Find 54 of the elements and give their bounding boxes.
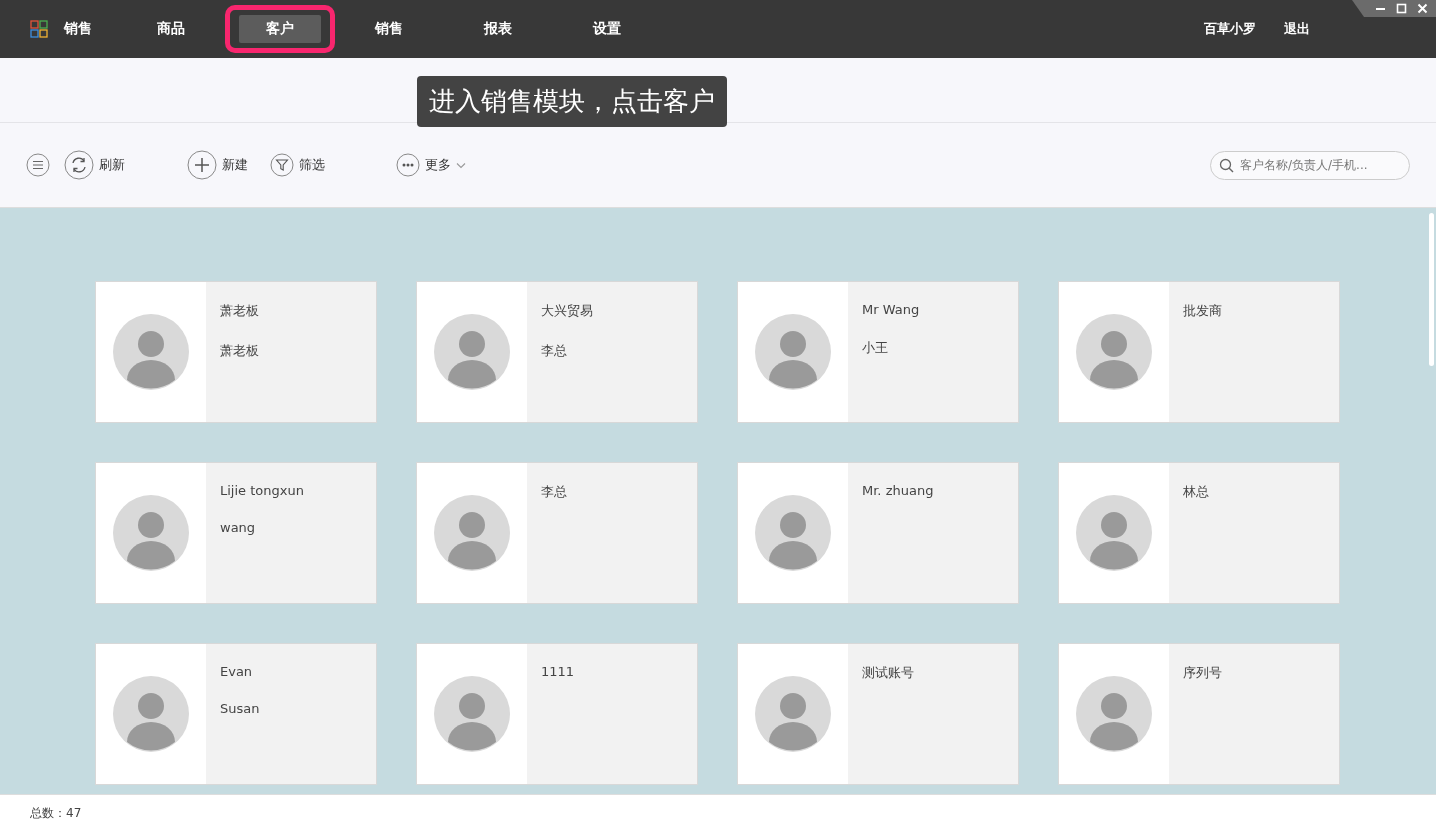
plus-icon [187,150,217,180]
customer-card[interactable]: 李总 [416,462,698,604]
contact-name: 小王 [862,339,889,357]
contact-name: wang [220,520,257,535]
customer-name: 林总 [1183,483,1209,501]
more-icon [396,153,420,177]
maximize-icon[interactable] [1396,3,1407,14]
refresh-icon [64,150,94,180]
logout-link[interactable]: 退出 [1284,20,1310,38]
customer-name: Mr. zhuang [862,483,934,498]
customer-card[interactable]: 测试账号 [737,643,1019,785]
menu-icon[interactable] [26,153,50,177]
contact-name: Susan [220,701,260,716]
customer-card[interactable]: 大兴贸易 李总 [416,281,698,423]
customer-name: Evan [220,664,254,679]
close-icon[interactable] [1417,3,1428,14]
nav-tab[interactable]: 商品 [129,15,212,43]
customer-name: Mr Wang [862,302,920,317]
customer-name: 李总 [541,483,567,501]
nav-tab[interactable]: 报表 [456,15,539,43]
chevron-down-icon [456,161,466,169]
search-field[interactable]: 客户名称/负责人/手机... [1210,150,1410,180]
customer-name: 批发商 [1183,302,1222,320]
nav-tab[interactable]: 客户 [238,15,321,43]
customer-card[interactable]: 序列号 [1058,643,1340,785]
scrollbar[interactable] [1429,213,1434,366]
filter-button[interactable]: 筛选 [270,153,325,177]
customer-name: 大兴贸易 [541,302,593,320]
filter-icon [270,153,294,177]
customer-card[interactable]: Mr. zhuang [737,462,1019,604]
customer-card[interactable]: Evan Susan [95,643,377,785]
customer-name: 测试账号 [862,664,914,682]
customer-name: Lijie tongxun [220,483,304,498]
nav-tab[interactable]: 设置 [565,15,648,43]
app-grid-icon[interactable] [30,20,48,38]
contact-name: 李总 [541,342,568,360]
customer-card[interactable]: Lijie tongxun wang [95,462,377,604]
customer-name: 1111 [541,664,575,679]
customer-card[interactable]: 萧老板 萧老板 [95,281,377,423]
customer-card[interactable]: 批发商 [1058,281,1340,423]
customer-name: 序列号 [1183,664,1222,682]
nav-tab[interactable]: 销售 [347,15,430,43]
add-button[interactable]: 新建 [187,150,248,180]
user-name[interactable]: 百草小罗 [1204,20,1256,38]
tooltip: 进入销售模块，点击客户 [417,76,727,127]
total-count: 总数：47 [30,805,82,822]
search-icon [1219,157,1234,173]
more-button[interactable]: 更多 [396,153,466,177]
customer-card[interactable]: 林总 [1058,462,1340,604]
customer-card[interactable]: 1111 [416,643,698,785]
customer-name: 萧老板 [220,302,259,320]
customer-card[interactable]: Mr Wang 小王 [737,281,1019,423]
contact-name: 萧老板 [220,342,259,360]
refresh-button[interactable]: 刷新 [64,150,125,180]
